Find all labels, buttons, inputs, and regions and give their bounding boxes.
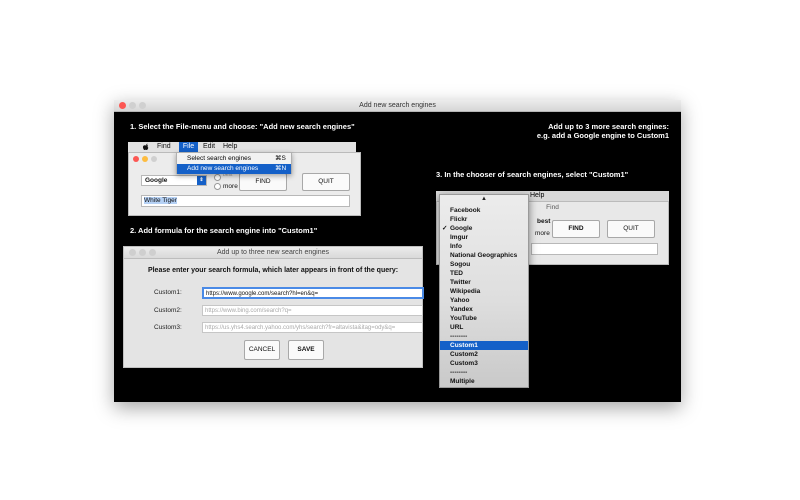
chooser-option[interactable]: Flickr — [440, 215, 528, 224]
chooser-option-label: Facebook — [450, 207, 481, 214]
step3-instruction: 3. In the chooser of search engines, sel… — [436, 170, 629, 179]
mini-zoom-button[interactable] — [151, 156, 157, 162]
note-line1: Add up to 3 more search engines: — [548, 122, 669, 131]
quit-button-2[interactable]: QUIT — [607, 220, 655, 238]
menu-find[interactable]: Find — [157, 142, 171, 152]
chooser-option-label: Wikipedia — [450, 288, 481, 295]
chooser-option-label: Sogou — [450, 261, 471, 268]
chooser-option-label: Multiple — [450, 378, 475, 385]
chooser-option[interactable]: Facebook — [440, 206, 528, 215]
find-button-2[interactable]: FIND — [552, 220, 600, 238]
query-input-2[interactable] — [531, 243, 658, 255]
chooser-option[interactable]: -------- — [440, 332, 528, 341]
chooser-option-label: Yandex — [450, 306, 473, 313]
menu-file[interactable]: File — [179, 142, 198, 152]
best-radio[interactable] — [214, 174, 221, 181]
chooser-option-label: Imgur — [450, 234, 469, 241]
search-engine-chooser[interactable]: ▲ Facebook Flickr ✓ Google Imgur Info National… — [439, 194, 529, 388]
chooser-option[interactable]: Twitter — [440, 278, 528, 287]
scroll-up-arrow-icon[interactable]: ▲ — [440, 195, 528, 204]
formula-prompt: Please enter your search formula, which … — [147, 267, 399, 274]
chooser-option-label: Twitter — [450, 279, 471, 286]
custom1-label: Custom1: — [154, 289, 182, 296]
custom2-label: Custom2: — [154, 307, 182, 314]
engine-select-value: Google — [145, 177, 168, 184]
custom3-label: Custom3: — [154, 324, 182, 331]
chooser-option[interactable]: ✓ Google — [440, 224, 528, 233]
chooser-option[interactable]: TED — [440, 269, 528, 278]
query-input[interactable]: White Tiger — [141, 195, 350, 207]
chooser-option-label: YouTube — [450, 315, 477, 322]
chooser-option-label: Yahoo — [450, 297, 470, 304]
query-text: White Tiger — [144, 197, 177, 204]
chooser-option[interactable]: URL — [440, 323, 528, 332]
chooser-option[interactable]: Sogou — [440, 260, 528, 269]
chooser-option[interactable]: -------- — [440, 368, 528, 377]
step2-instruction: 2. Add formula for the search engine int… — [130, 226, 318, 235]
menu-help[interactable]: Help — [223, 142, 237, 152]
cancel-button[interactable]: CANCEL — [244, 340, 280, 360]
custom2-input[interactable]: https://www.bing.com/search?q= — [202, 305, 423, 316]
chooser-option[interactable]: Info — [440, 242, 528, 251]
chooser-option[interactable]: Wikipedia — [440, 287, 528, 296]
chooser-option[interactable]: Yahoo — [440, 296, 528, 305]
chooser-option[interactable]: Custom2 — [440, 350, 528, 359]
title-bar: Add new search engines — [114, 100, 681, 112]
chooser-option[interactable]: National Geographics — [440, 251, 528, 260]
engine-select[interactable]: Google ⇕ — [141, 175, 207, 186]
formula-dialog: Add up to three new search engines Pleas… — [123, 246, 424, 368]
best-radio-label-2: best — [537, 218, 551, 225]
step1-instruction: 1. Select the File-menu and choose: "Add… — [130, 122, 355, 131]
formula-dialog-title: Add up to three new search engines — [216, 249, 330, 256]
menu-item-select-search-engines[interactable]: Select search engines ⌘S — [177, 154, 291, 164]
chooser-option-label: National Geographics — [450, 252, 518, 259]
chooser-option-label: -------- — [450, 369, 468, 376]
window-title: Add new search engines — [359, 102, 436, 109]
checkmark-icon: ✓ — [442, 225, 448, 232]
quit-button[interactable]: QUIT — [302, 173, 350, 191]
chooser-option-label: Google — [450, 225, 473, 232]
chooser-option[interactable]: Imgur — [440, 233, 528, 242]
apple-icon[interactable] — [142, 143, 150, 151]
menu-edit[interactable]: Edit — [203, 142, 215, 152]
chooser-option-label: Flickr — [450, 216, 468, 223]
chooser-option-label: TED — [450, 270, 463, 277]
chooser-option-label: URL — [450, 324, 464, 331]
mini-minimize-button[interactable] — [142, 156, 148, 162]
chooser-option-label: Custom1 — [450, 342, 478, 349]
find-button[interactable]: FIND — [239, 173, 287, 191]
chooser-option-label: Custom2 — [450, 351, 478, 358]
more-radio-label: more — [223, 183, 238, 190]
chooser-option[interactable]: Yandex — [440, 305, 528, 314]
save-button[interactable]: SAVE — [288, 340, 324, 360]
mini-close-button[interactable] — [133, 156, 139, 162]
menu-item-add-new-search-engines[interactable]: Add new search engines ⌘N — [177, 164, 291, 174]
chooser-option[interactable]: Custom3 — [440, 359, 528, 368]
main-window: Add new search engines 1. Select the Fil… — [114, 100, 681, 402]
chooser-option[interactable]: Custom1 — [440, 341, 528, 350]
more-radio[interactable] — [214, 183, 221, 190]
chooser-option[interactable]: Multiple — [440, 377, 528, 386]
file-menu-dropdown: Select search engines ⌘S Add new search … — [176, 152, 292, 174]
chooser-option-label: Info — [450, 243, 462, 250]
chooser-option-label: Custom3 — [450, 360, 478, 367]
menu-help-2[interactable]: Help — [530, 191, 544, 201]
chooser-option-label: -------- — [450, 333, 468, 340]
menu-bar: Find File Edit Help — [128, 142, 356, 152]
chooser-option[interactable]: YouTube — [440, 314, 528, 323]
chevron-updown-icon: ⇕ — [197, 176, 206, 185]
custom1-input[interactable]: https://www.google.com/search?hl=en&q= — [202, 287, 424, 299]
more-radio-label-2: more — [535, 230, 550, 237]
custom3-input[interactable]: https://us.yhs4.search.yahoo.com/yhs/sea… — [202, 322, 423, 333]
formula-dialog-titlebar: Add up to three new search engines — [124, 247, 422, 259]
note-line2: e.g. add a Google engine to Custom1 — [536, 131, 669, 140]
